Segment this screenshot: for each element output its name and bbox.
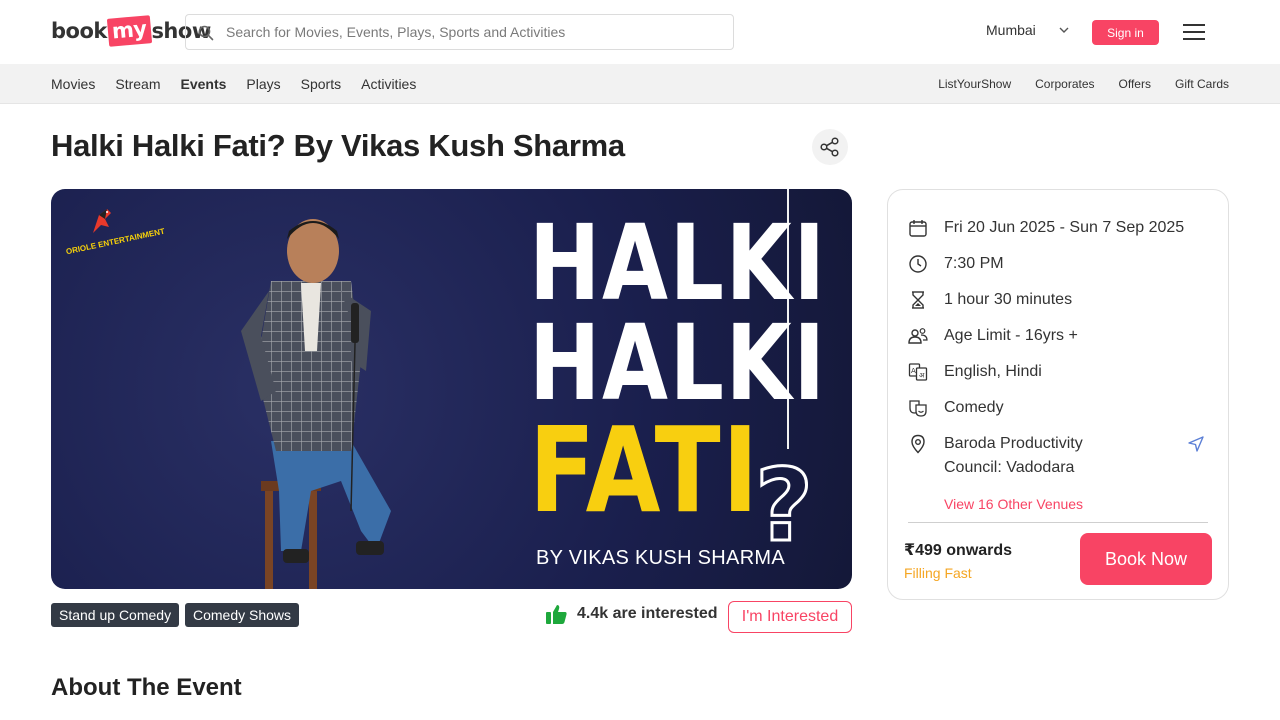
search-input[interactable] xyxy=(226,15,726,49)
nav-item-events[interactable]: Events xyxy=(180,76,226,92)
top-header: bookmyshow Mumbai Sign in xyxy=(0,0,1280,64)
info-dates: Fri 20 Jun 2025 - Sun 7 Sep 2025 xyxy=(908,218,1184,240)
view-other-venues-link[interactable]: View 16 Other Venues xyxy=(944,496,1083,512)
comedian-photo xyxy=(241,219,391,589)
nav-item-offers[interactable]: Offers xyxy=(1119,77,1151,91)
nav-item-plays[interactable]: Plays xyxy=(246,76,280,92)
thumbs-up-icon xyxy=(546,605,567,624)
info-duration-text: 1 hour 30 minutes xyxy=(944,291,1073,308)
about-heading: About The Event xyxy=(51,674,242,701)
info-genre-text: Comedy xyxy=(944,399,1004,416)
info-dates-text: Fri 20 Jun 2025 - Sun 7 Sep 2025 xyxy=(944,219,1185,236)
poster-title-line-3: FATI xyxy=(529,401,760,539)
nav-item-stream[interactable]: Stream xyxy=(115,76,160,92)
interest-count-label: 4.4k are interested xyxy=(577,605,718,622)
nav-item-sports[interactable]: Sports xyxy=(301,76,341,92)
sign-in-button[interactable]: Sign in xyxy=(1092,20,1159,45)
location-pin-icon xyxy=(911,434,925,454)
event-poster: ORIOLE ENTERTAINMENT HALKI HALKI FATI ? … xyxy=(51,189,852,589)
info-languages: A अ English, Hindi xyxy=(908,362,1042,384)
logo-text-book: book xyxy=(51,19,107,43)
nav-item-activities[interactable]: Activities xyxy=(361,76,416,92)
city-label: Mumbai xyxy=(986,22,1036,38)
interest-count: 4.4k are interested xyxy=(546,604,718,624)
clock-icon xyxy=(909,255,927,273)
navigate-icon[interactable] xyxy=(1187,435,1205,453)
city-selector[interactable]: Mumbai xyxy=(986,22,1070,38)
poster-byline: BY VIKAS KUSH SHARMA xyxy=(536,547,786,569)
info-languages-text: English, Hindi xyxy=(944,363,1042,380)
category-nav: Movies Stream Events Plays Sports Activi… xyxy=(0,64,1280,104)
info-time-text: 7:30 PM xyxy=(944,255,1004,272)
poster-title-line-1: HALKI xyxy=(529,202,827,324)
share-button[interactable] xyxy=(812,129,848,165)
hourglass-icon xyxy=(912,291,924,309)
oriole-logo-icon xyxy=(93,209,111,233)
nav-item-corporates[interactable]: Corporates xyxy=(1035,77,1094,91)
calendar-icon xyxy=(909,220,927,237)
info-age-limit: Age Limit - 16yrs + xyxy=(908,326,1078,348)
info-time: 7:30 PM xyxy=(908,254,1004,276)
theatre-masks-icon xyxy=(909,400,927,417)
book-now-button[interactable]: Book Now xyxy=(1080,533,1212,585)
info-venue-text[interactable]: Baroda Productivity Council: Vadodara xyxy=(944,432,1138,480)
nav-item-gift-cards[interactable]: Gift Cards xyxy=(1175,77,1229,91)
genre-tag-comedy-shows[interactable]: Comedy Shows xyxy=(185,603,300,627)
category-nav-right: ListYourShow Corporates Offers Gift Card… xyxy=(938,64,1229,104)
poster-brand: ORIOLE ENTERTAINMENT xyxy=(65,226,166,257)
hamburger-menu-icon[interactable] xyxy=(1183,24,1205,40)
price-label: ₹499 onwards xyxy=(904,542,1013,559)
availability-status: Filling Fast xyxy=(904,565,972,581)
search-bar[interactable] xyxy=(185,14,734,50)
share-icon xyxy=(820,137,839,157)
poster-title-line-2: HALKI xyxy=(529,302,827,424)
nav-item-listyourshow[interactable]: ListYourShow xyxy=(938,77,1011,91)
logo-text-my: my xyxy=(106,15,152,47)
info-genre: Comedy xyxy=(908,398,1004,420)
svg-text:A: A xyxy=(911,367,916,375)
search-icon xyxy=(198,25,214,41)
info-venue[interactable]: Baroda Productivity Council: Vadodara xyxy=(908,434,1138,480)
card-divider xyxy=(908,522,1208,523)
info-duration: 1 hour 30 minutes xyxy=(908,290,1072,312)
genre-tag-stand-up[interactable]: Stand up Comedy xyxy=(51,603,180,627)
svg-text:अ: अ xyxy=(919,372,925,380)
info-age-text: Age Limit - 16yrs + xyxy=(944,327,1078,344)
event-title: Halki Halki Fati? By Vikas Kush Sharma xyxy=(51,128,625,163)
event-info-card: Fri 20 Jun 2025 - Sun 7 Sep 2025 7:30 PM… xyxy=(887,189,1229,600)
language-icon: A अ xyxy=(908,363,928,381)
im-interested-button[interactable]: I'm Interested xyxy=(728,601,852,633)
people-icon xyxy=(908,328,928,344)
nav-item-movies[interactable]: Movies xyxy=(51,76,95,92)
chevron-down-icon xyxy=(1059,27,1069,33)
category-nav-left: Movies Stream Events Plays Sports Activi… xyxy=(51,64,416,104)
